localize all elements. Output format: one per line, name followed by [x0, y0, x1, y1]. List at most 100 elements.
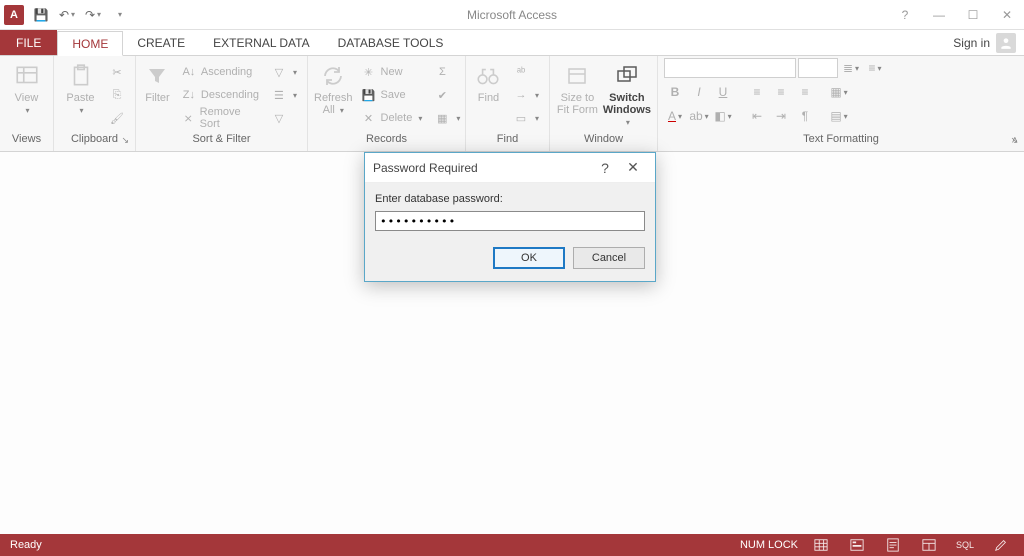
copy-button[interactable]: ⎘	[105, 85, 129, 105]
password-label: Enter database password:	[375, 193, 645, 205]
cut-button[interactable]: ✂	[105, 62, 129, 82]
more-records-button[interactable]: ▦▾	[430, 108, 464, 128]
spelling-icon: ✔	[434, 87, 450, 103]
group-views: View ▾ Views	[0, 56, 54, 151]
dialog-title: Password Required	[373, 161, 478, 175]
undo-icon[interactable]: ↶▾	[58, 6, 76, 24]
status-bar: Ready NUM LOCK SQL	[0, 534, 1024, 556]
close-window-icon[interactable]: ✕	[990, 0, 1024, 30]
spelling-button[interactable]: ✔	[430, 85, 464, 105]
group-label-records: Records	[314, 133, 459, 151]
redo-icon[interactable]: ↷▾	[84, 6, 102, 24]
group-label-window: Window	[556, 133, 651, 151]
view-report-icon[interactable]	[880, 534, 906, 556]
bullets-button[interactable]: ≣▾	[840, 58, 862, 78]
descending-button[interactable]: Z↓Descending	[177, 85, 263, 105]
select-icon: ▭	[513, 110, 529, 126]
ok-button[interactable]: OK	[493, 247, 565, 269]
tab-file[interactable]: FILE	[0, 30, 57, 55]
view-button[interactable]: View ▾	[6, 58, 47, 115]
totals-button[interactable]: Σ	[430, 62, 464, 82]
align-right-button[interactable]: ≡	[794, 82, 816, 102]
alternate-fill-button[interactable]: ▤▾	[828, 106, 850, 126]
italic-button[interactable]: I	[688, 82, 710, 102]
refresh-all-button[interactable]: RefreshAll ▾	[314, 58, 353, 117]
new-record-button[interactable]: ✳New	[357, 62, 427, 82]
dialog-titlebar: Password Required ? ✕	[365, 153, 655, 183]
font-color-button[interactable]: A▾	[664, 106, 686, 126]
view-form-icon[interactable]	[844, 534, 870, 556]
tab-database-tools[interactable]: DATABASE TOOLS	[324, 30, 458, 55]
paste-icon	[67, 62, 95, 90]
switch-windows-icon	[613, 62, 641, 90]
text-direction-button[interactable]: ¶	[794, 106, 816, 126]
align-center-button[interactable]: ≡	[770, 82, 792, 102]
find-button[interactable]: Find	[472, 58, 505, 104]
remove-sort-icon: ⨯	[181, 110, 196, 126]
collapse-ribbon-icon[interactable]: ˄	[1012, 135, 1018, 147]
dialog-help-icon[interactable]: ?	[591, 154, 619, 182]
underline-button[interactable]: U	[712, 82, 734, 102]
remove-sort-button[interactable]: ⨯Remove Sort	[177, 108, 263, 128]
qat-customize-icon[interactable]: ▾	[110, 6, 128, 24]
font-size-combo[interactable]	[798, 58, 838, 78]
view-sql-icon[interactable]: SQL	[952, 534, 978, 556]
sigma-icon: Σ	[434, 64, 450, 80]
goto-button[interactable]: →▾	[509, 85, 543, 105]
paste-button[interactable]: Paste ▾	[60, 58, 101, 115]
filter-icon	[143, 62, 171, 90]
select-button[interactable]: ▭▾	[509, 108, 543, 128]
fill-color-button[interactable]: ◧▾	[712, 106, 734, 126]
save-icon[interactable]: 💾	[32, 6, 50, 24]
filter-button[interactable]: Filter	[142, 58, 173, 104]
format-painter-button[interactable]: 🖌	[105, 108, 129, 128]
view-icon	[13, 62, 41, 90]
view-datasheet-icon[interactable]	[808, 534, 834, 556]
ascending-button[interactable]: A↓Ascending	[177, 62, 263, 82]
increase-indent-button[interactable]: ⇥	[770, 106, 792, 126]
new-icon: ✳	[361, 64, 377, 80]
tab-create[interactable]: CREATE	[123, 30, 199, 55]
replace-button[interactable]: ᵃᵇ	[509, 62, 543, 82]
replace-icon: ᵃᵇ	[513, 64, 529, 80]
save-record-button[interactable]: 💾Save	[357, 85, 427, 105]
align-left-button[interactable]: ≡	[746, 82, 768, 102]
sign-in[interactable]: Sign in	[945, 30, 1024, 55]
find-label: Find	[478, 92, 499, 104]
dialog-close-icon[interactable]: ✕	[619, 154, 647, 182]
maximize-icon[interactable]: ☐	[956, 0, 990, 30]
cut-icon: ✂	[109, 64, 125, 80]
clipboard-launcher-icon[interactable]: ↘	[121, 135, 129, 146]
selection-filter-button[interactable]: ▽▾	[267, 62, 301, 82]
toggle-filter-button[interactable]: ▽	[267, 108, 301, 128]
user-avatar-icon	[996, 33, 1016, 53]
highlight-button[interactable]: ab▾	[688, 106, 710, 126]
app-title: Microsoft Access	[0, 8, 1024, 22]
toggle-filter-icon: ▽	[271, 110, 287, 126]
minimize-icon[interactable]: —	[922, 0, 956, 30]
size-to-fit-button[interactable]: Size toFit Form	[556, 58, 599, 116]
save-record-icon: 💾	[361, 87, 377, 103]
font-name-combo[interactable]	[664, 58, 796, 78]
tab-home[interactable]: HOME	[57, 31, 123, 56]
binoculars-icon	[474, 62, 502, 90]
password-input[interactable]	[375, 211, 645, 231]
sort-asc-icon: A↓	[181, 64, 197, 80]
bold-button[interactable]: B	[664, 82, 686, 102]
gridlines-button[interactable]: ▦▾	[828, 82, 850, 102]
group-window: Size toFit Form SwitchWindows ▾ Window	[550, 56, 658, 151]
cancel-button[interactable]: Cancel	[573, 247, 645, 269]
decrease-indent-button[interactable]: ⇤	[746, 106, 768, 126]
delete-record-button[interactable]: ✕Delete ▾	[357, 108, 427, 128]
help-icon[interactable]: ?	[888, 0, 922, 30]
more-icon: ▦	[434, 110, 450, 126]
status-ready: Ready	[10, 539, 42, 551]
switch-windows-button[interactable]: SwitchWindows ▾	[603, 58, 651, 129]
title-bar: A 💾 ↶▾ ↷▾ ▾ Microsoft Access ? — ☐ ✕	[0, 0, 1024, 30]
view-design-icon[interactable]	[988, 534, 1014, 556]
advanced-filter-button[interactable]: ☰▾	[267, 85, 301, 105]
sign-in-label: Sign in	[953, 36, 990, 50]
view-layout-icon[interactable]	[916, 534, 942, 556]
numbering-button[interactable]: ≡▾	[864, 58, 886, 78]
tab-external-data[interactable]: EXTERNAL DATA	[199, 30, 323, 55]
